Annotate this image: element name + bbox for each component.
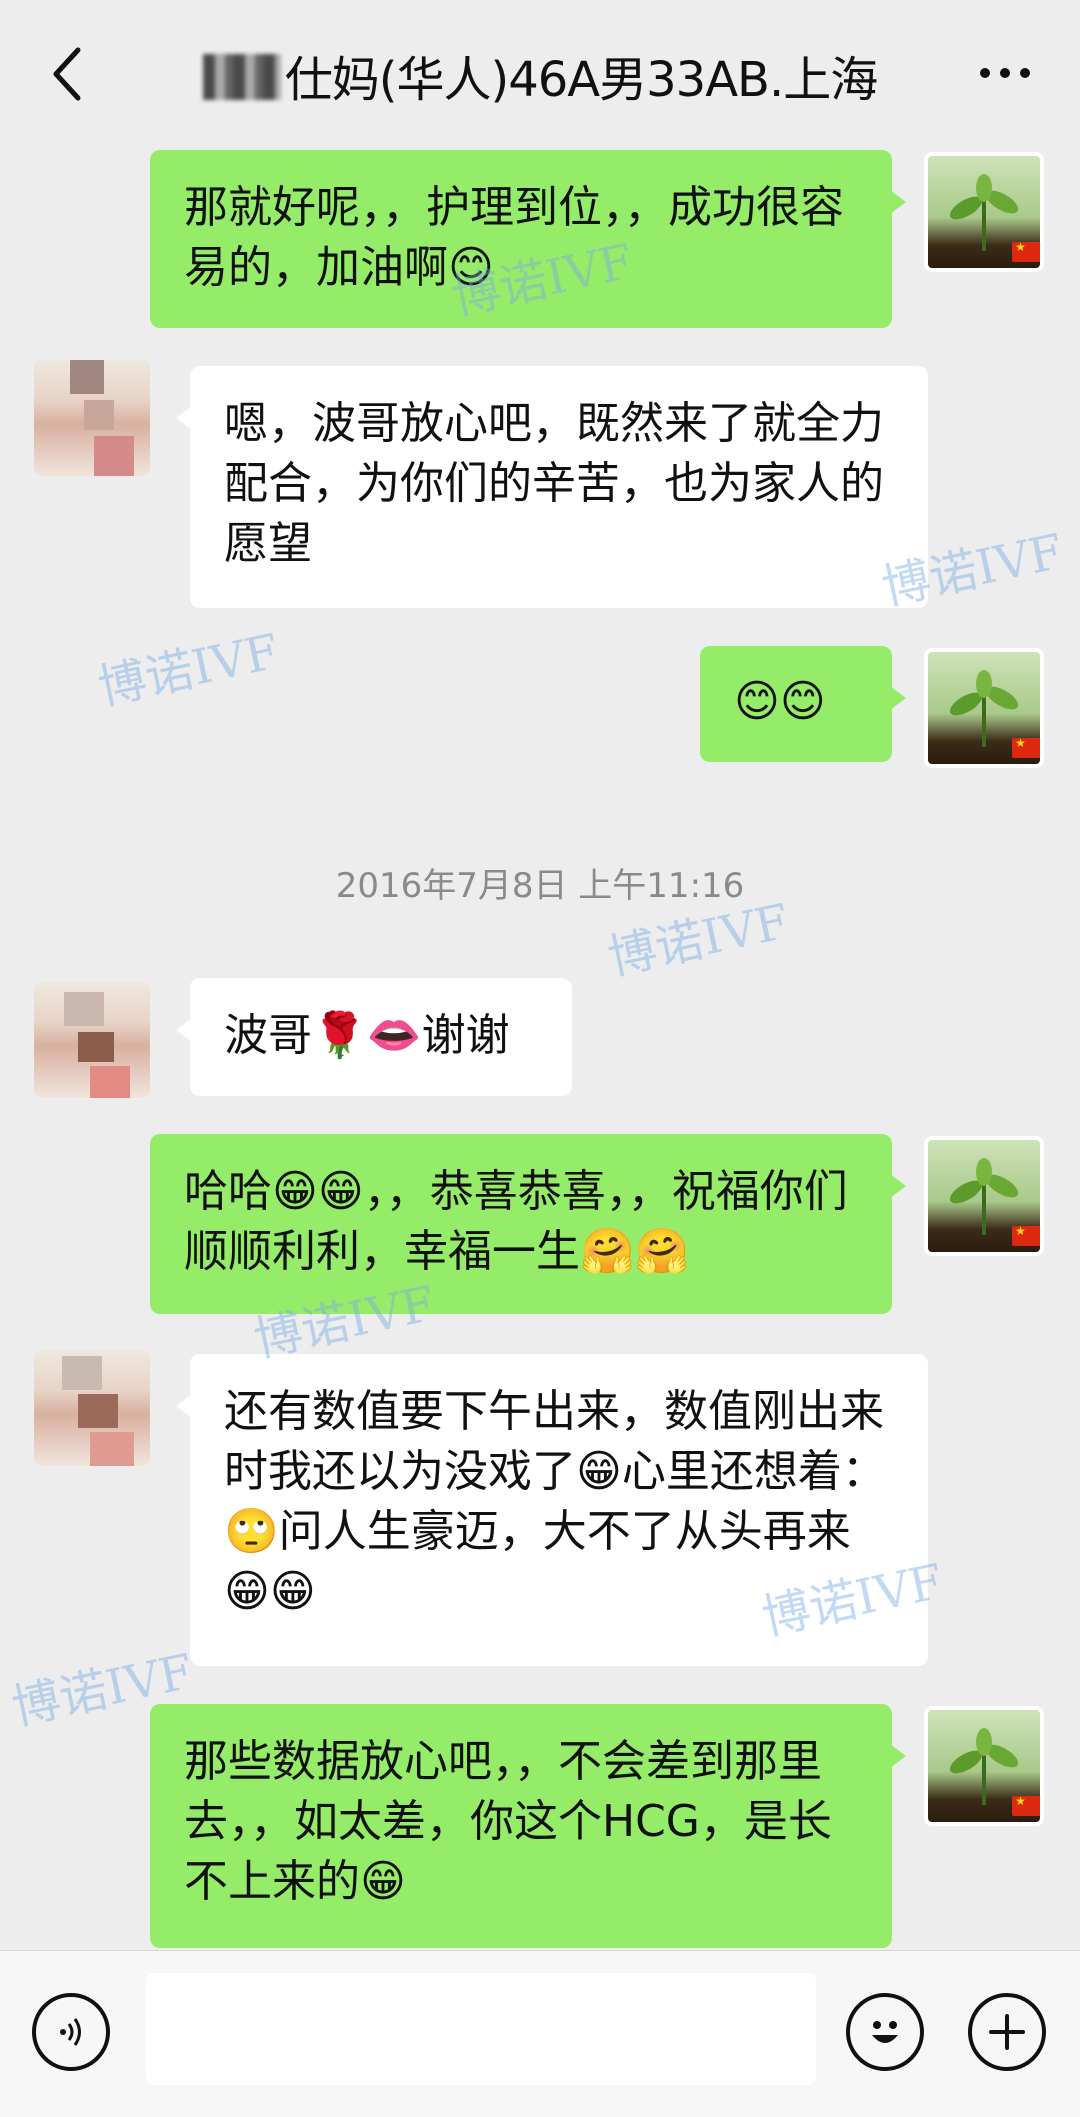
contact-avatar[interactable] xyxy=(34,1350,150,1466)
contact-avatar[interactable] xyxy=(34,360,150,476)
emoji-icon[interactable] xyxy=(846,1993,924,2071)
my-avatar[interactable] xyxy=(924,152,1044,272)
redacted-name xyxy=(202,54,281,100)
message-text: 那就好呢，，护理到位，，成功很容易的，加油啊😊 xyxy=(184,182,844,293)
my-avatar[interactable] xyxy=(924,648,1044,768)
flag-icon xyxy=(1012,240,1040,262)
contact-message-bubble[interactable]: 波哥🌹👄谢谢 xyxy=(176,978,572,1096)
chat-header: 仕妈(华人)46A男33AB.上海 xyxy=(0,0,1080,146)
message-input[interactable] xyxy=(146,1973,816,2085)
my-message-bubble[interactable]: 那些数据放心吧，，不会差到那里去，，如太差，你这个HCG，是长不上来的😁 xyxy=(150,1704,906,1948)
my-avatar[interactable] xyxy=(924,1706,1044,1826)
message-text: 那些数据放心吧，，不会差到那里去，，如太差，你这个HCG，是长不上来的😁 xyxy=(184,1736,832,1907)
message-text: 哈哈😁😁，，恭喜恭喜，，祝福你们顺顺利利，幸福一生🤗🤗 xyxy=(184,1166,848,1277)
more-dots-icon[interactable] xyxy=(970,48,1040,98)
chat-title: 仕妈(华人)46A男33AB.上海 xyxy=(160,40,920,110)
my-message-bubble[interactable]: 哈哈😁😁，，恭喜恭喜，，祝福你们顺顺利利，幸福一生🤗🤗 xyxy=(150,1134,906,1314)
back-arrow-icon[interactable] xyxy=(40,34,96,114)
message-text: 波哥🌹👄谢谢 xyxy=(224,1010,510,1061)
my-message-bubble[interactable]: 😊😊 xyxy=(700,646,906,762)
voice-icon[interactable] xyxy=(32,1993,110,2071)
flag-icon xyxy=(1012,1224,1040,1246)
input-bar xyxy=(0,1950,1080,2117)
message-text: 还有数值要下午出来，数值刚出来时我还以为没戏了😁心里还想着：🙄问人生豪迈，大不了… xyxy=(224,1386,886,1617)
my-message-bubble[interactable]: 那就好呢，，护理到位，，成功很容易的，加油啊😊 xyxy=(150,150,906,328)
my-avatar[interactable] xyxy=(924,1136,1044,1256)
message-timestamp: 2016年7月8日 上午11:16 xyxy=(335,866,745,906)
plus-icon[interactable] xyxy=(968,1993,1046,2071)
message-text: 😊😊 xyxy=(734,676,826,727)
message-text: 嗯，波哥放心吧，既然来了就全力配合，为你们的辛苦，也为家人的愿望 xyxy=(224,398,884,569)
watermark: 博诺IVF xyxy=(93,623,284,717)
contact-message-bubble[interactable]: 嗯，波哥放心吧，既然来了就全力配合，为你们的辛苦，也为家人的愿望 xyxy=(176,366,928,608)
contact-avatar[interactable] xyxy=(34,982,150,1098)
contact-message-bubble[interactable]: 还有数值要下午出来，数值刚出来时我还以为没戏了😁心里还想着：🙄问人生豪迈，大不了… xyxy=(176,1354,928,1666)
flag-icon xyxy=(1012,1794,1040,1816)
flag-icon xyxy=(1012,736,1040,758)
